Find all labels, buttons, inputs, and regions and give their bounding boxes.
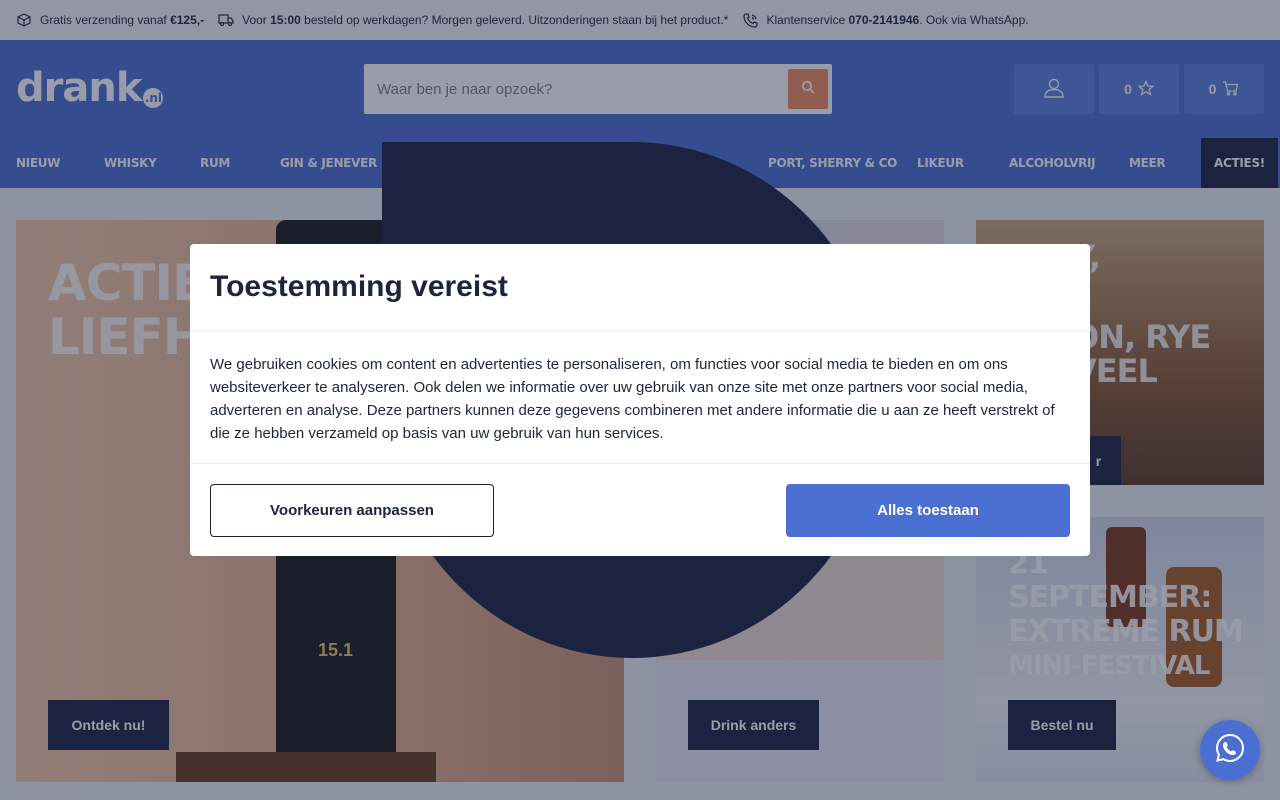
whatsapp-button[interactable] (1200, 720, 1260, 780)
modal-body-text: We gebruiken cookies om content en adver… (210, 356, 1055, 442)
modal-title: Toestemming vereist (210, 270, 508, 303)
whatsapp-icon (1214, 732, 1246, 769)
preferences-button[interactable]: Voorkeuren aanpassen (210, 484, 494, 537)
cookie-consent-modal: Toestemming vereist We gebruiken cookies… (190, 244, 1090, 556)
accept-all-button[interactable]: Alles toestaan (786, 484, 1070, 537)
modal-divider-bottom (190, 463, 1090, 464)
modal-divider-top (190, 331, 1090, 332)
